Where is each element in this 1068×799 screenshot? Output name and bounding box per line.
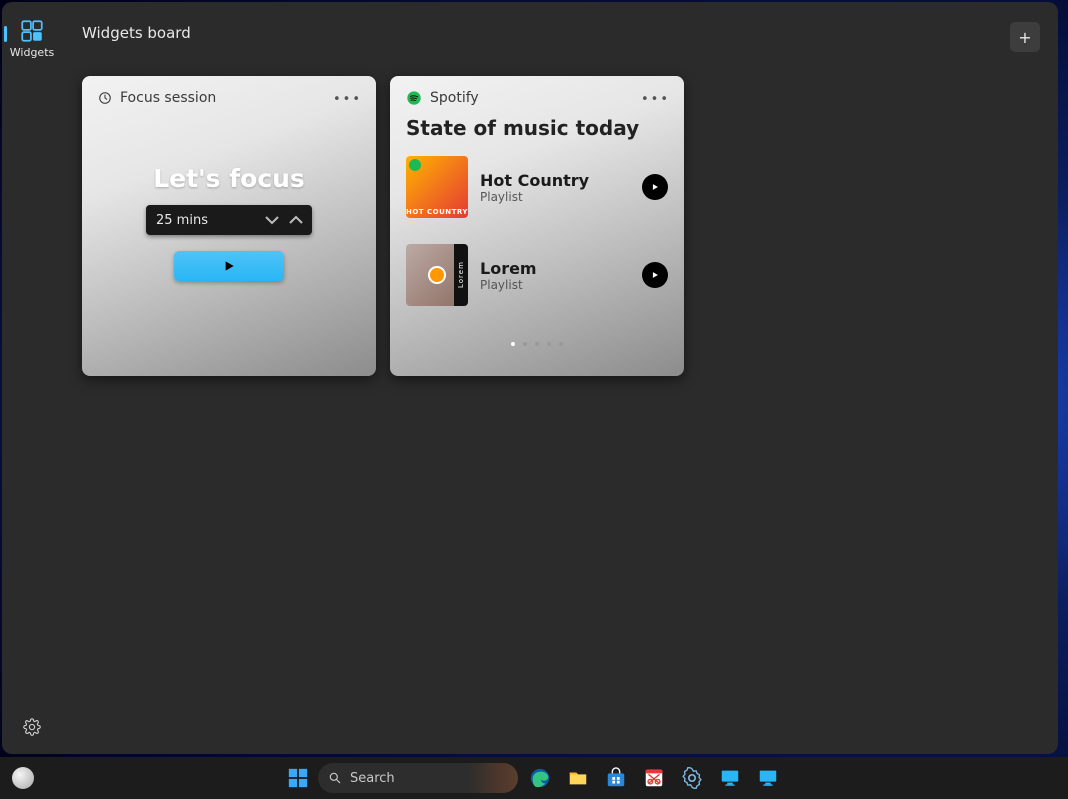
- widgets-main-area: Widgets board + Focus session ••• Let's …: [62, 2, 1058, 754]
- playlist-subtitle: Playlist: [480, 278, 630, 292]
- playlist-play-button[interactable]: [642, 174, 668, 200]
- start-button[interactable]: [284, 764, 312, 792]
- play-icon: [650, 270, 660, 280]
- playlist-info: Lorem Playlist: [480, 259, 630, 292]
- taskbar-weather-widget[interactable]: [4, 763, 42, 793]
- sidebar-active-indicator: [4, 26, 7, 42]
- spotify-badge-icon: [409, 159, 421, 171]
- widget-menu-button[interactable]: •••: [641, 92, 670, 107]
- taskbar-app-store[interactable]: [600, 763, 632, 793]
- playlist-art: [406, 156, 468, 218]
- sidebar-item-widgets[interactable]: Widgets: [10, 12, 54, 65]
- snip-icon: [643, 767, 665, 789]
- taskbar-search[interactable]: Search: [318, 763, 518, 793]
- search-placeholder: Search: [350, 771, 395, 786]
- taskbar-app-monitor-2[interactable]: [752, 763, 784, 793]
- playlist-info: Hot Country Playlist: [480, 171, 630, 204]
- widgets-row: Focus session ••• Let's focus 25 mins: [82, 76, 1040, 376]
- widget-title-text: Spotify: [430, 90, 479, 106]
- playlist-title: Lorem: [480, 259, 630, 278]
- gear-icon: [681, 767, 703, 789]
- board-title: Widgets board: [82, 24, 1040, 42]
- widgets-grid-icon: [19, 18, 45, 44]
- spotify-heading: State of music today: [406, 116, 668, 140]
- playlist-art: Lorem: [406, 244, 468, 306]
- taskbar: Search: [0, 757, 1068, 799]
- sidebar-item-label: Widgets: [10, 46, 54, 59]
- playlist-title: Hot Country: [480, 171, 630, 190]
- monitor-icon: [719, 767, 741, 789]
- carousel-pagination[interactable]: [390, 342, 684, 346]
- page-dot[interactable]: [523, 342, 527, 346]
- widget-title-text: Focus session: [120, 90, 216, 106]
- add-widget-button[interactable]: +: [1010, 22, 1040, 52]
- store-icon: [605, 767, 627, 789]
- playlist-item[interactable]: Lorem Lorem Playlist: [406, 244, 668, 306]
- taskbar-center: Search: [284, 763, 784, 793]
- widgets-panel: Widgets Widgets board + Focus session: [2, 2, 1058, 754]
- taskbar-app-snip[interactable]: [638, 763, 670, 793]
- taskbar-app-explorer[interactable]: [562, 763, 594, 793]
- edge-icon: [529, 767, 551, 789]
- search-icon: [328, 771, 342, 785]
- clock-icon: [98, 91, 112, 105]
- album-art-side-text: Lorem: [454, 244, 468, 306]
- taskbar-app-edge[interactable]: [524, 763, 556, 793]
- widget-menu-button[interactable]: •••: [333, 92, 362, 107]
- sidebar-settings-button[interactable]: [23, 718, 41, 740]
- windows-start-icon: [287, 767, 309, 789]
- widget-spotify: Spotify ••• State of music today Hot Cou…: [390, 76, 684, 376]
- widget-header: Spotify: [406, 90, 668, 106]
- widgets-sidebar: Widgets: [2, 2, 62, 754]
- focus-start-button[interactable]: [174, 251, 284, 281]
- focus-duration-selector[interactable]: 25 mins: [146, 205, 312, 235]
- gear-icon: [23, 718, 41, 736]
- chevron-down-icon[interactable]: [260, 208, 284, 232]
- play-icon: [650, 182, 660, 192]
- focus-heading: Let's focus: [153, 164, 305, 193]
- taskbar-left: [4, 763, 42, 793]
- focus-body: Let's focus 25 mins: [98, 164, 360, 281]
- playlist-item[interactable]: Hot Country Playlist: [406, 156, 668, 218]
- play-icon: [221, 258, 237, 274]
- album-art-dot: [430, 268, 444, 282]
- page-dot[interactable]: [535, 342, 539, 346]
- widget-header: Focus session: [98, 90, 360, 106]
- playlist-play-button[interactable]: [642, 262, 668, 288]
- page-dot[interactable]: [547, 342, 551, 346]
- search-decoration: [468, 763, 518, 793]
- monitor-icon: [757, 767, 779, 789]
- page-dot[interactable]: [511, 342, 515, 346]
- widget-focus-session: Focus session ••• Let's focus 25 mins: [82, 76, 376, 376]
- weather-moon-icon: [12, 767, 34, 789]
- taskbar-app-monitor[interactable]: [714, 763, 746, 793]
- playlist-subtitle: Playlist: [480, 190, 630, 204]
- taskbar-app-settings[interactable]: [676, 763, 708, 793]
- focus-duration-value: 25 mins: [156, 213, 208, 228]
- folder-icon: [567, 767, 589, 789]
- spotify-icon: [406, 90, 422, 106]
- page-dot[interactable]: [559, 342, 563, 346]
- chevron-up-icon[interactable]: [284, 208, 308, 232]
